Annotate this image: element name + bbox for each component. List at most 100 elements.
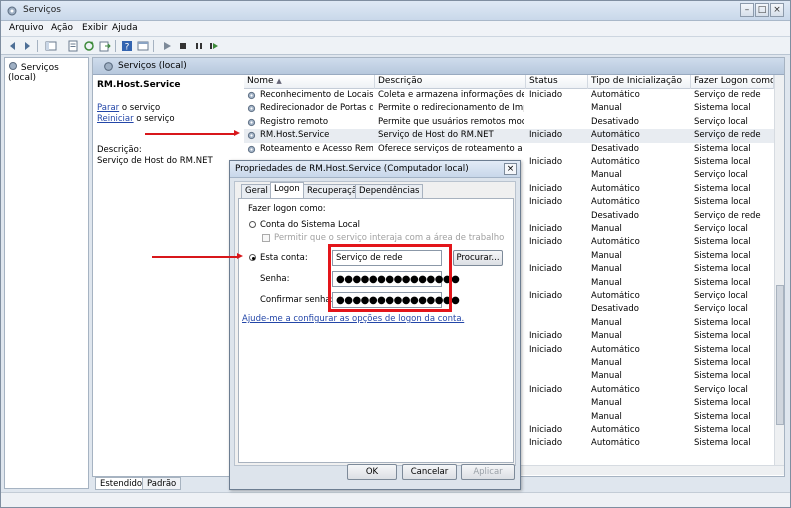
table-row[interactable]: RM.Host.Service Serviço de Host do RM.NET…	[244, 129, 774, 143]
cell-logon: Sistema local	[694, 411, 751, 422]
column-status[interactable]: Status	[526, 75, 588, 89]
table-row[interactable]: Reconhecimento de Locais d... Coleta e ar…	[244, 89, 774, 102]
cell-startup: Automático	[591, 197, 640, 208]
pause-icon[interactable]	[193, 40, 205, 52]
stop-icon[interactable]	[177, 40, 189, 52]
tab-padrao[interactable]: Padrão	[142, 477, 182, 490]
restart-icon[interactable]	[208, 40, 220, 52]
menu-exibir[interactable]: Exibir	[82, 23, 107, 33]
cell-logon: Sistema local	[694, 371, 751, 382]
cell-startup: Automático	[591, 438, 640, 449]
menu-acao[interactable]: Ação	[51, 23, 73, 33]
table-row[interactable]: Roteamento e Acesso Remoto Oferece serviç…	[244, 143, 774, 156]
forward-icon[interactable]	[21, 40, 33, 52]
dialog-close-button[interactable]: ×	[504, 163, 517, 175]
stop-service-suffix: o serviço	[119, 103, 161, 113]
cell-startup: Manual	[591, 170, 622, 181]
toolbar-separator	[153, 40, 154, 52]
services-table-header: Nome ▲ Descrição Status Tipo de Iniciali…	[244, 75, 774, 89]
cell-logon: Sistema local	[694, 264, 751, 275]
cell-logon: Serviço local	[694, 224, 748, 234]
column-nome[interactable]: Nome ▲	[244, 75, 375, 89]
cell-status: Iniciado	[529, 438, 563, 449]
radio-local-system[interactable]	[249, 221, 256, 228]
cancel-button[interactable]: Cancelar	[402, 464, 457, 480]
cell-status: Iniciado	[529, 331, 563, 342]
tab-logon[interactable]: Logon	[270, 182, 304, 199]
interact-desktop-checkbox[interactable]	[262, 234, 270, 242]
cell-name: Reconhecimento de Locais d...	[260, 90, 373, 100]
column-descricao[interactable]: Descrição	[375, 75, 526, 89]
cell-startup: Automático	[591, 237, 640, 248]
browse-button[interactable]: Procurar...	[453, 250, 503, 266]
dialog-body: Geral Logon Recuperação Dependências Faz…	[234, 181, 516, 466]
cell-logon: Sistema local	[694, 143, 751, 154]
gear-icon	[247, 132, 256, 140]
cell-startup: Manual	[591, 103, 622, 114]
table-row[interactable]: Redirecionador de Portas do ... Permite o…	[244, 102, 774, 115]
export-icon[interactable]	[99, 40, 111, 52]
cell-logon: Serviço de rede	[694, 210, 761, 221]
minimize-button[interactable]: –	[740, 3, 754, 17]
tab-estendido[interactable]: Estendido	[95, 477, 148, 490]
cell-desc: Permite que usuários remotos modif...	[378, 116, 524, 127]
column-fazer-logon[interactable]: Fazer Logon como	[691, 75, 774, 89]
console-tree-icon[interactable]	[45, 40, 57, 52]
tree-node-services[interactable]: Serviços (local)	[8, 61, 88, 83]
cell-startup: Automático	[591, 425, 640, 435]
title-bar: Serviços – □ ×	[1, 1, 790, 21]
apply-button[interactable]: Aplicar	[461, 464, 515, 480]
cell-startup: Desativado	[591, 210, 639, 221]
play-icon[interactable]	[161, 40, 173, 52]
gear-icon	[247, 91, 256, 100]
cell-status: Iniciado	[529, 130, 563, 141]
this-account-label: Esta conta:	[260, 253, 308, 263]
description-text: Serviço de Host do RM.NET	[97, 156, 213, 166]
cell-logon: Sistema local	[694, 183, 751, 194]
help-icon[interactable]: ?	[121, 40, 133, 52]
cell-startup: Desativado	[591, 143, 639, 154]
properties-icon[interactable]	[67, 40, 79, 52]
vertical-scrollbar[interactable]	[774, 75, 784, 465]
highlight-box	[328, 244, 452, 312]
menu-bar: Arquivo Ação Exibir Ajuda	[1, 21, 790, 37]
cell-startup: Manual	[591, 317, 622, 328]
cell-startup: Manual	[591, 371, 622, 382]
console-tree: Serviços (local)	[4, 57, 89, 489]
back-icon[interactable]	[7, 40, 19, 52]
cell-startup: Desativado	[591, 304, 639, 315]
restart-service-suffix: o serviço	[133, 114, 175, 124]
tab-dependencias[interactable]: Dependências	[355, 184, 424, 198]
dialog-title: Propriedades de RM.Host.Service (Computa…	[235, 164, 469, 174]
refresh-icon[interactable]	[83, 40, 95, 52]
logon-as-label: Fazer logon como:	[248, 204, 326, 214]
cell-logon: Serviço de rede	[694, 90, 761, 100]
cell-startup: Manual	[591, 250, 622, 261]
cell-status: Iniciado	[529, 183, 563, 194]
maximize-button[interactable]: □	[755, 3, 769, 17]
cell-status: Iniciado	[529, 425, 563, 435]
close-button[interactable]: ×	[770, 3, 784, 17]
console-icon[interactable]	[137, 40, 149, 52]
gear-icon	[247, 145, 256, 153]
column-tipo-inicializacao[interactable]: Tipo de Inicialização	[588, 75, 691, 89]
table-row[interactable]: Registro remoto Permite que usuários remo…	[244, 116, 774, 129]
local-system-label: Conta do Sistema Local	[260, 220, 361, 230]
logon-help-link[interactable]: Ajude-me a configurar as opções de logon…	[242, 314, 464, 324]
scrollbar-thumb[interactable]	[776, 285, 784, 425]
gear-icon	[247, 105, 256, 113]
menu-ajuda[interactable]: Ajuda	[112, 23, 138, 33]
cell-status: Iniciado	[529, 344, 563, 355]
cell-name: RM.Host.Service	[260, 130, 330, 141]
cell-startup: Manual	[591, 224, 622, 234]
stop-service-link[interactable]: Parar	[97, 103, 119, 113]
restart-service-link[interactable]: Reiniciar	[97, 114, 134, 124]
ok-button[interactable]: OK	[347, 464, 397, 480]
radio-this-account[interactable]	[249, 254, 256, 261]
menu-arquivo[interactable]: Arquivo	[9, 23, 43, 33]
cell-logon: Serviço local	[694, 304, 748, 315]
cell-logon: Sistema local	[694, 438, 751, 449]
cell-logon: Sistema local	[694, 331, 751, 342]
dialog-title-bar: Propriedades de RM.Host.Service (Computa…	[230, 161, 520, 178]
tab-geral[interactable]: Geral	[241, 184, 272, 198]
